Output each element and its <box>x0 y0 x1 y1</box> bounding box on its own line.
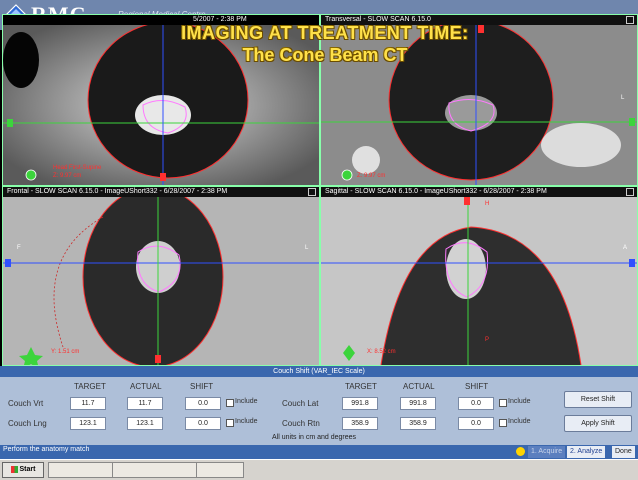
couch-rtn-include-label: Include <box>508 418 531 425</box>
units-note: All units in cm and degrees <box>272 434 357 441</box>
slide-title: IMAGING AT TREATMENT TIME: The Cone Beam… <box>160 22 490 66</box>
col-shift-left: SHIFT <box>190 382 214 391</box>
pane-bottom-left[interactable]: Frontal - SLOW SCAN 6.15.0 - ImageUShort… <box>2 186 320 366</box>
couch-vrt-actual[interactable]: 11.7 <box>127 397 163 410</box>
couch-vrt-include-checkbox[interactable] <box>226 399 234 407</box>
couch-lat-actual[interactable]: 991.8 <box>400 397 436 410</box>
marker-r: F <box>17 245 21 251</box>
couch-lng-target[interactable]: 123.1 <box>70 417 106 430</box>
taskbar-item-3[interactable] <box>196 462 244 478</box>
reset-shift-button[interactable]: Reset Shift <box>564 391 632 408</box>
step-acquire[interactable]: 1. Acquire <box>528 446 566 458</box>
pane-bottom-right-title: Sagittal - SLOW SCAN 6.15.0 - ImageUShor… <box>325 188 547 195</box>
couch-lng-include-checkbox[interactable] <box>226 419 234 427</box>
top-right-z-readout: Z: 9.97 cm <box>357 173 386 179</box>
marker-p: P <box>485 337 490 343</box>
marker-l-top-right: L <box>621 95 625 101</box>
pane-bottom-right-header: Sagittal - SLOW SCAN 6.15.0 - ImageUShor… <box>321 187 637 197</box>
status-message: Perform the anatomy match <box>3 446 90 453</box>
couch-lat-include-label: Include <box>508 398 531 405</box>
couch-shift-title: Couch Shift (VAR_IEC Scale) <box>0 366 638 377</box>
apply-shift-button[interactable]: Apply Shift <box>564 415 632 432</box>
label-couch-vrt: Couch Vrt <box>8 399 44 408</box>
col-target-right: TARGET <box>345 382 377 391</box>
status-indicator-icon <box>516 447 525 456</box>
ct-frontal <box>3 197 319 365</box>
top-left-z-readout: Z: 9.97 cm <box>53 173 82 179</box>
couch-lat-shift[interactable]: 0.0 <box>458 397 494 410</box>
title-line-1: IMAGING AT TREATMENT TIME: <box>181 23 469 43</box>
couch-vrt-include-label: Include <box>235 398 258 405</box>
title-line-2: The Cone Beam CT <box>242 45 408 65</box>
label-couch-rtn: Couch Rtn <box>282 419 320 428</box>
bottom-right-x-readout: X: 8.52 cm <box>367 349 396 355</box>
couch-rtn-actual[interactable]: 358.9 <box>400 417 436 430</box>
start-label: Start <box>19 466 36 473</box>
maximize-icon[interactable] <box>626 188 634 196</box>
done-button[interactable]: Done <box>612 446 635 458</box>
taskbar-item-2[interactable] <box>112 462 200 478</box>
col-actual-right: ACTUAL <box>403 382 435 391</box>
ct-sagittal <box>321 197 637 365</box>
couch-rtn-target[interactable]: 358.9 <box>342 417 378 430</box>
marker-h: H <box>485 201 490 207</box>
col-actual-left: ACTUAL <box>130 382 162 391</box>
couch-vrt-shift[interactable]: 0.0 <box>185 397 221 410</box>
couch-vrt-target[interactable]: 11.7 <box>70 397 106 410</box>
orientation-label: Head First-Supine <box>53 165 102 171</box>
couch-lat-target[interactable]: 991.8 <box>342 397 378 410</box>
label-couch-lng: Couch Lng <box>8 419 47 428</box>
maximize-icon[interactable] <box>308 188 316 196</box>
maximize-icon[interactable] <box>626 16 634 24</box>
taskbar-item-1[interactable] <box>48 462 116 478</box>
marker-a: A <box>623 245 628 251</box>
step-analyze[interactable]: 2. Analyze <box>567 446 606 458</box>
label-couch-lat: Couch Lat <box>282 399 319 408</box>
pane-bottom-right[interactable]: Sagittal - SLOW SCAN 6.15.0 - ImageUShor… <box>320 186 638 366</box>
couch-lat-include-checkbox[interactable] <box>499 399 507 407</box>
start-button[interactable]: Start <box>2 462 44 478</box>
bottom-left-y-readout: Y: 1.51 cm <box>51 349 80 355</box>
couch-lng-shift[interactable]: 0.0 <box>185 417 221 430</box>
pane-bottom-left-title: Frontal - SLOW SCAN 6.15.0 - ImageUShort… <box>7 188 228 195</box>
couch-rtn-shift[interactable]: 0.0 <box>458 417 494 430</box>
marker-l-frontal: L <box>305 245 309 251</box>
col-shift-right: SHIFT <box>465 382 489 391</box>
col-target-left: TARGET <box>74 382 106 391</box>
couch-lng-actual[interactable]: 123.1 <box>127 417 163 430</box>
pane-bottom-left-header: Frontal - SLOW SCAN 6.15.0 - ImageUShort… <box>3 187 319 197</box>
couch-lng-include-label: Include <box>235 418 258 425</box>
couch-rtn-include-checkbox[interactable] <box>499 419 507 427</box>
windows-logo-icon <box>10 465 18 473</box>
